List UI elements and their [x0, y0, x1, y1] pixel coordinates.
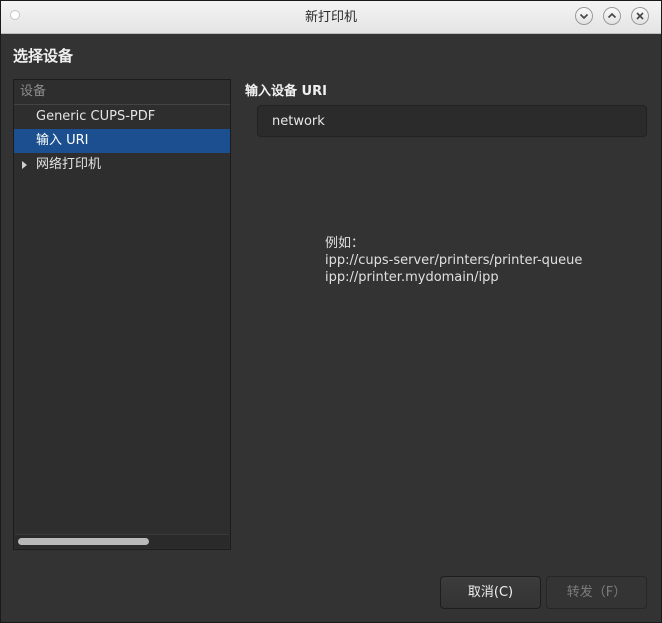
cancel-button[interactable]: 取消(C)	[440, 576, 541, 609]
minimize-button[interactable]	[575, 7, 593, 25]
device-list-header: 设备	[14, 80, 230, 105]
device-item-label: Generic CUPS-PDF	[36, 109, 156, 124]
device-item-label: 输入 URI	[36, 133, 89, 148]
device-item-network-printer[interactable]: 网络打印机	[14, 153, 230, 177]
device-item-generic-cups-pdf[interactable]: Generic CUPS-PDF	[14, 105, 230, 129]
section-title: 选择设备	[13, 47, 74, 65]
scrollbar-thumb[interactable]	[18, 538, 149, 545]
forward-button[interactable]: 转发（F）	[546, 576, 647, 609]
expander-arrow-icon[interactable]	[22, 161, 27, 169]
device-item-enter-uri[interactable]: 输入 URI	[14, 129, 230, 153]
device-list: 设备 Generic CUPS-PDF 输入 URI 网络打印机	[13, 79, 231, 550]
window-title: 新打印机	[304, 10, 357, 25]
close-icon	[636, 12, 644, 20]
example-line: ipp://printer.mydomain/ipp	[325, 270, 499, 285]
chevron-down-icon	[579, 13, 589, 20]
example-heading: 例如：	[325, 236, 365, 251]
maximize-button[interactable]	[603, 7, 621, 25]
chevron-up-icon	[607, 12, 617, 19]
example-text: 例如： ipp://cups-server/printers/printer-q…	[325, 235, 582, 286]
uri-label: 输入设备 URI	[245, 84, 327, 99]
horizontal-scrollbar[interactable]	[15, 534, 229, 548]
close-button[interactable]	[631, 7, 649, 25]
title-bar[interactable]: 新打印机	[1, 1, 661, 34]
new-printer-window: 新打印机 选择设备 设备 Generic CUPS-PDF 输入 URI 网络打…	[0, 0, 662, 623]
device-item-label: 网络打印机	[36, 157, 102, 172]
example-line: ipp://cups-server/printers/printer-queue	[325, 253, 583, 268]
uri-input[interactable]	[257, 105, 647, 137]
